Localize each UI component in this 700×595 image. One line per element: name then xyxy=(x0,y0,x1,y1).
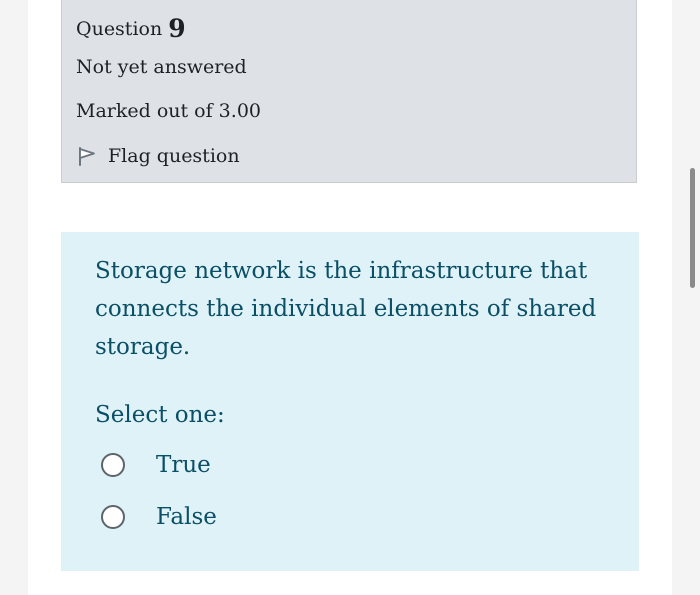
question-grade: Marked out of 3.00 xyxy=(76,100,261,122)
scrollbar-thumb[interactable] xyxy=(690,168,695,288)
flag-question-label: Flag question xyxy=(108,145,240,167)
answer-option-label[interactable]: False xyxy=(156,504,217,530)
question-text: Storage network is the infrastructure th… xyxy=(95,258,597,360)
flag-question-link[interactable]: Flag question xyxy=(76,143,240,169)
answer-option-false[interactable]: False xyxy=(101,504,217,530)
answer-prompt: Select one: xyxy=(95,402,225,428)
radio-unchecked-icon[interactable] xyxy=(101,453,125,477)
answer-option-true[interactable]: True xyxy=(101,452,211,478)
answer-option-label[interactable]: True xyxy=(156,452,211,478)
flag-icon xyxy=(76,145,98,167)
question-number: 9 xyxy=(168,14,186,43)
question-title-prefix: Question xyxy=(76,18,163,40)
question-content-panel: Storage network is the infrastructure th… xyxy=(61,232,639,571)
question-title: Question 9 xyxy=(76,14,186,43)
question-info-panel: Question 9 Not yet answered Marked out o… xyxy=(61,0,637,183)
question-state: Not yet answered xyxy=(76,56,247,78)
radio-unchecked-icon[interactable] xyxy=(101,505,125,529)
